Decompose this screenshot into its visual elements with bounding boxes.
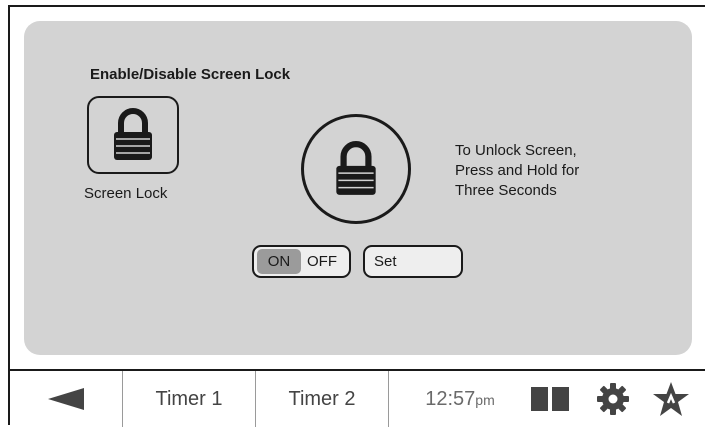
settings-button[interactable] <box>588 371 638 427</box>
lock-icon <box>114 108 152 160</box>
lock-on-off-toggle[interactable]: ON OFF <box>252 245 351 278</box>
back-button[interactable] <box>10 371 122 427</box>
star-icon <box>653 382 689 416</box>
nav-divider <box>388 371 389 427</box>
set-button[interactable]: Set <box>363 245 463 278</box>
clock: 12:57pm <box>400 371 520 427</box>
split-view-button[interactable] <box>524 371 576 427</box>
clock-digits: 12:57 <box>425 387 476 410</box>
back-arrow-icon <box>48 388 84 410</box>
toggle-off-option[interactable]: OFF <box>301 249 343 274</box>
bottom-nav-bar: Timer 1 Timer 2 12:57pm <box>10 369 705 427</box>
timer-2-button[interactable]: Timer 2 <box>256 371 388 427</box>
instruction-line: Press and Hold for <box>455 162 580 179</box>
unlock-instructions: To Unlock Screen, Press and Hold for Thr… <box>455 141 635 201</box>
timer-1-button[interactable]: Timer 1 <box>123 371 255 427</box>
toggle-on-option[interactable]: ON <box>257 249 301 274</box>
gear-icon <box>597 383 629 415</box>
clock-time: 12:57pm <box>425 388 495 411</box>
screen-lock-label: Screen Lock <box>84 185 168 202</box>
unlock-press-hold-button[interactable] <box>301 114 411 224</box>
section-title: Enable/Disable Screen Lock <box>90 66 291 83</box>
screen-lock-button[interactable] <box>87 96 179 174</box>
split-panel-icon <box>531 387 569 411</box>
clock-ampm: pm <box>475 391 495 408</box>
lock-icon <box>336 141 376 195</box>
timer-2-label: Timer 2 <box>288 387 356 410</box>
instruction-line: To Unlock Screen, <box>455 142 577 159</box>
favorites-button[interactable] <box>645 371 697 427</box>
instruction-line: Three Seconds <box>455 182 557 199</box>
timer-1-label: Timer 1 <box>155 387 223 410</box>
